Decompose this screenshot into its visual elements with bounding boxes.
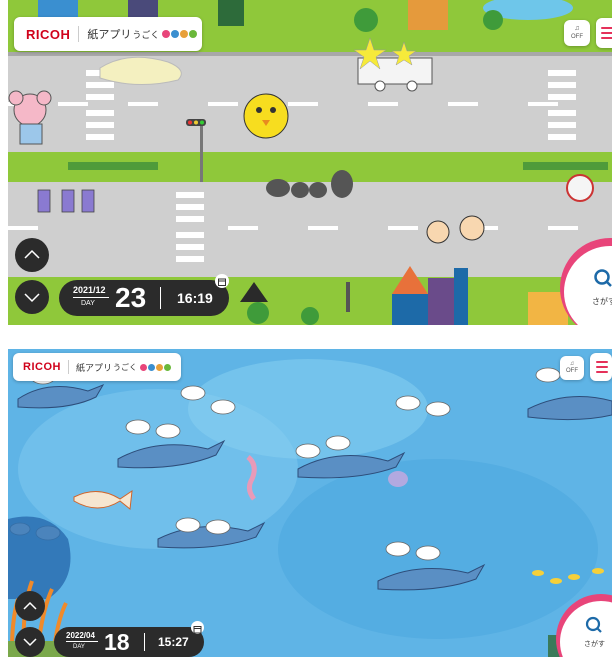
chevron-down-icon <box>23 638 37 647</box>
ocean-screen: RICOH 紙アプリ うごく ♫ OFF 2022/04 DAY 18 15:2… <box>8 349 612 657</box>
calendar-icon <box>193 626 202 634</box>
logo-dots-icon <box>139 363 171 371</box>
chevron-down-icon <box>24 293 40 303</box>
sound-toggle-label: OFF <box>571 34 583 40</box>
scroll-up-button[interactable] <box>15 591 45 621</box>
date-display[interactable]: 2021/12 DAY 23 16:19 <box>59 280 229 316</box>
chevron-up-icon <box>23 601 37 610</box>
logo-separator <box>67 360 69 374</box>
ricoh-logo: RICOH <box>26 26 71 42</box>
calendar-icon <box>218 278 226 286</box>
calendar-button[interactable] <box>191 621 204 634</box>
ocean-scene <box>8 349 612 657</box>
menu-icon <box>596 361 608 363</box>
app-title: 紙アプリ <box>87 28 132 41</box>
search-icon <box>594 269 612 287</box>
app-subtitle: うごく <box>132 30 160 41</box>
speaker-icon: ♫ <box>569 361 575 367</box>
logo-separator <box>78 26 80 42</box>
date-year-month: 2021/12 <box>73 285 106 295</box>
scroll-down-button[interactable] <box>15 627 45 657</box>
calendar-button[interactable] <box>215 274 229 288</box>
search-label: さがす <box>584 640 605 648</box>
sound-toggle-button[interactable]: ♫ OFF <box>560 356 584 380</box>
speaker-icon: ♫ <box>574 25 580 32</box>
logo-bar[interactable]: RICOH 紙アプリ うごく <box>13 353 181 381</box>
day-number: 23 <box>115 282 147 313</box>
date-display[interactable]: 2022/04 DAY 18 15:27 <box>54 627 204 657</box>
time-display: 16:19 <box>177 290 213 306</box>
app-title: 紙アプリ <box>75 363 112 374</box>
town-screen: RICOH 紙アプリ うごく ♫ OFF 2021/12 DAY 23 16:1… <box>8 0 612 325</box>
day-label: DAY <box>81 300 95 307</box>
menu-button[interactable] <box>596 18 612 48</box>
time-display: 15:27 <box>158 635 189 649</box>
date-separator <box>144 633 145 651</box>
logo-dots-icon <box>161 30 198 38</box>
date-year-month: 2022/04 <box>66 631 95 640</box>
app-subtitle: うごく <box>112 362 137 372</box>
menu-icon <box>601 27 612 29</box>
day-number: 18 <box>104 629 130 655</box>
ricoh-logo: RICOH <box>23 361 61 373</box>
logo-bar[interactable]: RICOH 紙アプリ うごく <box>14 17 202 51</box>
chevron-up-icon <box>24 249 40 259</box>
date-separator <box>160 287 161 309</box>
search-label: さがす <box>592 297 612 306</box>
day-label: DAY <box>73 644 85 650</box>
scroll-up-button[interactable] <box>15 238 49 272</box>
sound-toggle-label: OFF <box>566 368 578 374</box>
search-icon <box>585 616 602 633</box>
scroll-down-button[interactable] <box>15 280 49 314</box>
menu-button[interactable] <box>590 353 612 381</box>
sound-toggle-button[interactable]: ♫ OFF <box>564 20 590 46</box>
